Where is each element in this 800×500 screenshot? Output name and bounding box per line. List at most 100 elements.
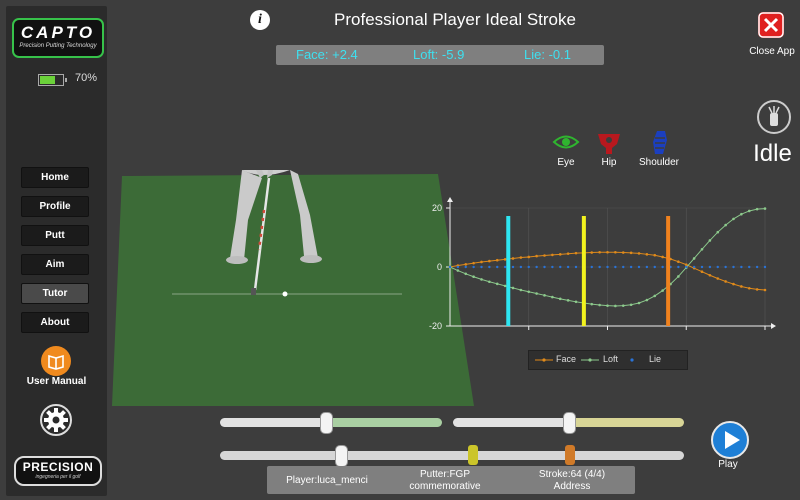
chart-point-face-11 [535,254,538,258]
chart-point-lie-13 [551,265,554,269]
capto-logo: CAPTO Precision Putting Technology [12,18,104,58]
nav-about-button[interactable]: About [21,312,89,333]
close-app-button[interactable] [758,12,784,38]
close-app-label[interactable]: Close App [744,46,800,57]
chart-point-lie-38 [748,265,751,269]
chart-point-loft-12 [543,294,546,297]
golf-ball [282,291,288,297]
chart-point-lie-0 [448,265,452,269]
stroke-info-line2: Address [553,481,591,492]
nav-profile-button[interactable]: Profile [21,196,89,217]
chart-point-lie-4 [480,265,483,269]
lie-metric: Lie: -0.1 [524,47,571,62]
chart-point-loft-33 [708,239,712,242]
legend-lie: Lie [649,354,662,364]
chart-point-loft-29 [677,275,680,278]
top-right-slider-thumb[interactable] [563,412,576,434]
chart-point-loft-7 [503,284,507,288]
chart-y-tick-label-2: -20 [429,321,442,331]
hip-icon-glyph [598,134,620,154]
gear-icon[interactable] [40,404,72,436]
chart-point-lie-35 [724,265,727,269]
chart-point-lie-39 [755,265,759,269]
eye-icon[interactable] [551,128,581,156]
chart-point-loft-26 [653,294,657,298]
play-label[interactable]: Play [706,459,750,470]
chart-point-face-13 [551,253,554,257]
chart-point-face-40 [763,288,767,292]
sidebar: CAPTO Precision Putting Technology 70% H… [6,6,107,496]
chart-point-face-30 [684,263,688,266]
play-icon [725,431,740,449]
user-manual-label[interactable]: User Manual [6,376,107,387]
chart-point-lie-16 [574,265,578,269]
chart-point-loft-24 [637,301,641,305]
nav-tutor-button[interactable]: Tutor [21,283,89,304]
chart-point-loft-32 [700,248,704,251]
chart-point-face-38 [747,286,751,290]
chart-point-loft-13 [551,295,554,299]
chart-point-lie-36 [732,265,735,269]
shoulder-icon[interactable] [645,128,675,156]
nav-home-button[interactable]: Home [21,167,89,188]
chart-point-lie-34 [716,265,719,269]
legend-dot-face [542,358,546,362]
chart-point-face-21 [614,250,617,254]
chart-point-face-23 [629,251,633,255]
chart-point-face-2 [464,263,468,266]
chart-point-lie-22 [622,265,625,269]
precision-logo-tagline: ingegneria per il golf [35,474,81,480]
chart-point-lie-3 [472,265,475,269]
chart-point-loft-19 [598,303,601,307]
chart-point-loft-1 [456,269,460,272]
chart-point-loft-11 [535,292,538,295]
top-left-slider-thumb[interactable] [320,412,333,434]
legend-dot-lie [630,358,634,362]
timeline-slider-track[interactable] [220,451,684,460]
chart-point-lie-20 [606,265,609,269]
chart-x-arrow [771,323,776,329]
chart-point-face-25 [645,253,649,256]
chart-point-loft-35 [724,223,727,227]
chart-point-loft-37 [740,212,743,216]
chart-point-loft-27 [661,289,664,292]
hip-label[interactable]: Hip [594,157,624,168]
metrics-bar: Face: +2.4 Loft: -5.9 Lie: -0.1 [276,45,604,65]
chart-point-face-27 [661,255,664,259]
chart-point-loft-31 [692,257,696,260]
chart-point-loft-2 [464,272,468,276]
timeline-slider-thumb[interactable] [335,445,348,467]
nav-aim-button[interactable]: Aim [21,254,89,275]
chart-point-lie-33 [708,265,712,269]
chart-point-lie-6 [496,265,499,269]
face-metric: Face: +2.4 [296,47,358,62]
chart-point-lie-1 [456,265,460,269]
book-icon-glyph [48,354,64,370]
play-button[interactable] [711,421,749,459]
hip-icon[interactable] [594,128,624,156]
chart-point-lie-40 [763,265,767,269]
eye-label[interactable]: Eye [551,157,581,168]
chart-point-lie-32 [700,265,704,269]
chart-point-lie-29 [677,265,680,269]
timeline-marker-end [565,445,575,465]
chart-point-lie-8 [511,265,515,269]
chart-point-face-6 [495,258,499,262]
chart-point-lie-21 [614,265,617,269]
golf-bag-icon [757,100,791,134]
golf-bag-glyph [768,106,780,126]
stroke-chart: 20 0 -20 [429,197,776,331]
chart-point-lie-24 [637,265,641,269]
shoulder-label[interactable]: Shoulder [634,157,684,168]
chart-point-face-10 [527,255,531,259]
book-icon[interactable] [41,346,71,376]
chart-legend: Face Loft Lie [528,350,688,370]
chart-point-lie-27 [661,265,664,269]
chart-marker-2 [666,216,671,326]
nav-putt-button[interactable]: Putt [21,225,89,246]
chart-point-face-16 [574,251,578,255]
info-icon[interactable]: i [250,10,270,30]
chart-point-loft-21 [614,304,617,308]
chart-point-loft-20 [606,304,609,307]
gear-icon-glyph [40,404,72,436]
